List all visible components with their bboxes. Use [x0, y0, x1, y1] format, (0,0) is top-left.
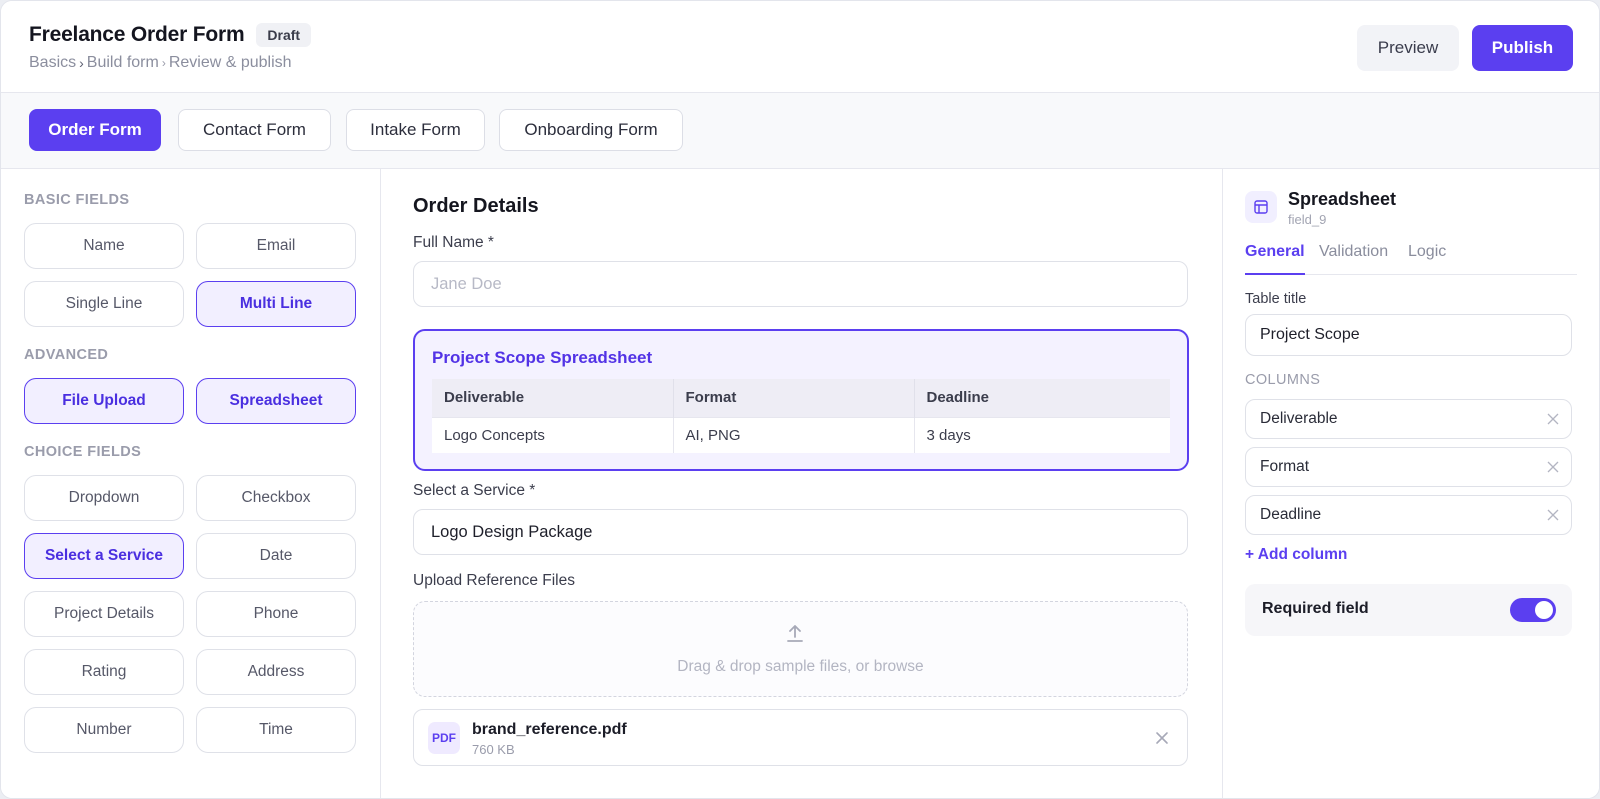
table-header-row: Deliverable Format Deadline: [432, 379, 1170, 417]
field-palette: BASIC FIELDS Name Email Single Line Mult…: [1, 169, 381, 798]
publish-button[interactable]: Publish: [1472, 25, 1573, 71]
palette-item-email[interactable]: Email: [196, 223, 356, 269]
panel-title: Spreadsheet: [1288, 189, 1397, 209]
palette-item-rating[interactable]: Rating: [24, 649, 184, 695]
column-name: Format: [1260, 458, 1310, 475]
tab-intake-form[interactable]: Intake Form: [346, 109, 485, 151]
palette-item-phone[interactable]: Phone: [196, 591, 356, 637]
column-header: Deadline: [914, 379, 1170, 417]
tab-logic[interactable]: Logic: [1408, 243, 1446, 275]
section-label-basic: BASIC FIELDS: [24, 192, 130, 208]
page-title: Freelance Order Form: [29, 23, 245, 46]
chevron-right-icon: ›: [79, 55, 84, 71]
service-select[interactable]: Logo Design Package: [413, 509, 1188, 555]
palette-item-checkbox[interactable]: Checkbox: [196, 475, 356, 521]
palette-item-date[interactable]: Date: [196, 533, 356, 579]
column-header: Deliverable: [432, 379, 674, 417]
upload-icon: [787, 625, 803, 642]
preview-button[interactable]: Preview: [1357, 25, 1459, 71]
remove-icon[interactable]: [1547, 461, 1559, 473]
service-label: Select a Service *: [413, 482, 536, 499]
column-item[interactable]: Format: [1245, 447, 1572, 487]
column-name: Deadline: [1260, 506, 1322, 523]
table-cell[interactable]: 3 days: [914, 416, 1170, 453]
required-label: Required field: [1262, 600, 1369, 617]
title-row: Freelance Order Form Draft: [29, 23, 312, 47]
breadcrumb-item[interactable]: Build form: [87, 54, 159, 72]
palette-item-time[interactable]: Time: [196, 707, 356, 753]
field-id: field_9: [1288, 212, 1327, 227]
palette-item-dropdown[interactable]: Dropdown: [24, 475, 184, 521]
palette-item-single-line[interactable]: Single Line: [24, 281, 184, 327]
table-cell[interactable]: AI, PNG: [673, 416, 915, 453]
breadcrumb-item[interactable]: Review & publish: [169, 54, 292, 72]
tab-contact-form[interactable]: Contact Form: [178, 109, 331, 151]
required-setting: Required field: [1245, 584, 1572, 636]
status-badge: Draft: [256, 23, 312, 47]
required-toggle[interactable]: [1510, 598, 1556, 622]
column-item[interactable]: Deliverable: [1245, 399, 1572, 439]
add-column-button[interactable]: + Add column: [1245, 546, 1347, 564]
column-item[interactable]: Deadline: [1245, 495, 1572, 535]
table-icon: [1245, 191, 1277, 223]
column-name: Deliverable: [1260, 410, 1338, 427]
properties-panel: Spreadsheet field_9 General Validation L…: [1223, 169, 1599, 798]
file-name: brand_reference.pdf: [472, 721, 627, 738]
tab-validation[interactable]: Validation: [1319, 243, 1388, 275]
table-row: Logo Concepts AI, PNG 3 days: [432, 416, 1170, 453]
form-canvas: Order Details Full Name * Jane Doe Proje…: [381, 169, 1223, 798]
chevron-right-icon: ›: [161, 56, 166, 70]
upload-dropzone[interactable]: Drag & drop sample files, or browse: [413, 601, 1188, 697]
toggle-knob: [1535, 601, 1553, 619]
palette-item-spreadsheet[interactable]: Spreadsheet: [196, 378, 356, 424]
table-cell[interactable]: Logo Concepts: [432, 416, 674, 453]
remove-icon[interactable]: [1547, 509, 1559, 521]
spreadsheet-field[interactable]: Project Scope Spreadsheet Deliverable Fo…: [413, 329, 1189, 471]
full-name-label: Full Name *: [413, 234, 494, 251]
palette-item-file-upload[interactable]: File Upload: [24, 378, 184, 424]
upload-hint: Drag & drop sample files, or browse: [677, 658, 924, 675]
header: Freelance Order Form Draft Basics › Buil…: [1, 1, 1599, 93]
palette-item-select-service[interactable]: Select a Service: [24, 533, 184, 579]
pdf-file-icon: PDF: [428, 722, 460, 754]
upload-label: Upload Reference Files: [413, 572, 575, 589]
file-size: 760 KB: [472, 742, 515, 757]
breadcrumb: Basics › Build form › Review & publish: [29, 54, 292, 72]
remove-icon[interactable]: [1547, 413, 1559, 425]
form-tabs-bar: Order Form Contact Form Intake Form Onbo…: [1, 93, 1599, 169]
palette-item-multi-line[interactable]: Multi Line: [196, 281, 356, 327]
palette-item-address[interactable]: Address: [196, 649, 356, 695]
spreadsheet-table: Deliverable Format Deadline Logo Concept…: [432, 379, 1170, 453]
table-title-label: Table title: [1245, 291, 1307, 307]
palette-item-project-details[interactable]: Project Details: [24, 591, 184, 637]
app-window: Freelance Order Form Draft Basics › Buil…: [0, 0, 1600, 799]
close-icon[interactable]: [1154, 730, 1170, 746]
tab-onboarding-form[interactable]: Onboarding Form: [499, 109, 683, 151]
section-label-choice: CHOICE FIELDS: [24, 444, 142, 460]
tab-order-form[interactable]: Order Form: [29, 109, 161, 151]
palette-item-number[interactable]: Number: [24, 707, 184, 753]
tab-general[interactable]: General: [1245, 243, 1305, 275]
palette-item-name[interactable]: Name: [24, 223, 184, 269]
section-label-advanced: ADVANCED: [24, 347, 109, 363]
section-title: Order Details: [413, 195, 539, 217]
columns-label: COLUMNS: [1245, 372, 1321, 388]
table-title-input[interactable]: Project Scope: [1245, 314, 1572, 356]
column-header: Format: [673, 379, 915, 417]
uploaded-file: PDF brand_reference.pdf 760 KB: [413, 709, 1188, 766]
spreadsheet-title: Project Scope Spreadsheet: [432, 348, 653, 367]
breadcrumb-item[interactable]: Basics: [29, 54, 76, 72]
full-name-input[interactable]: Jane Doe: [413, 261, 1188, 307]
inspector-tabs: General Validation Logic: [1245, 243, 1577, 275]
